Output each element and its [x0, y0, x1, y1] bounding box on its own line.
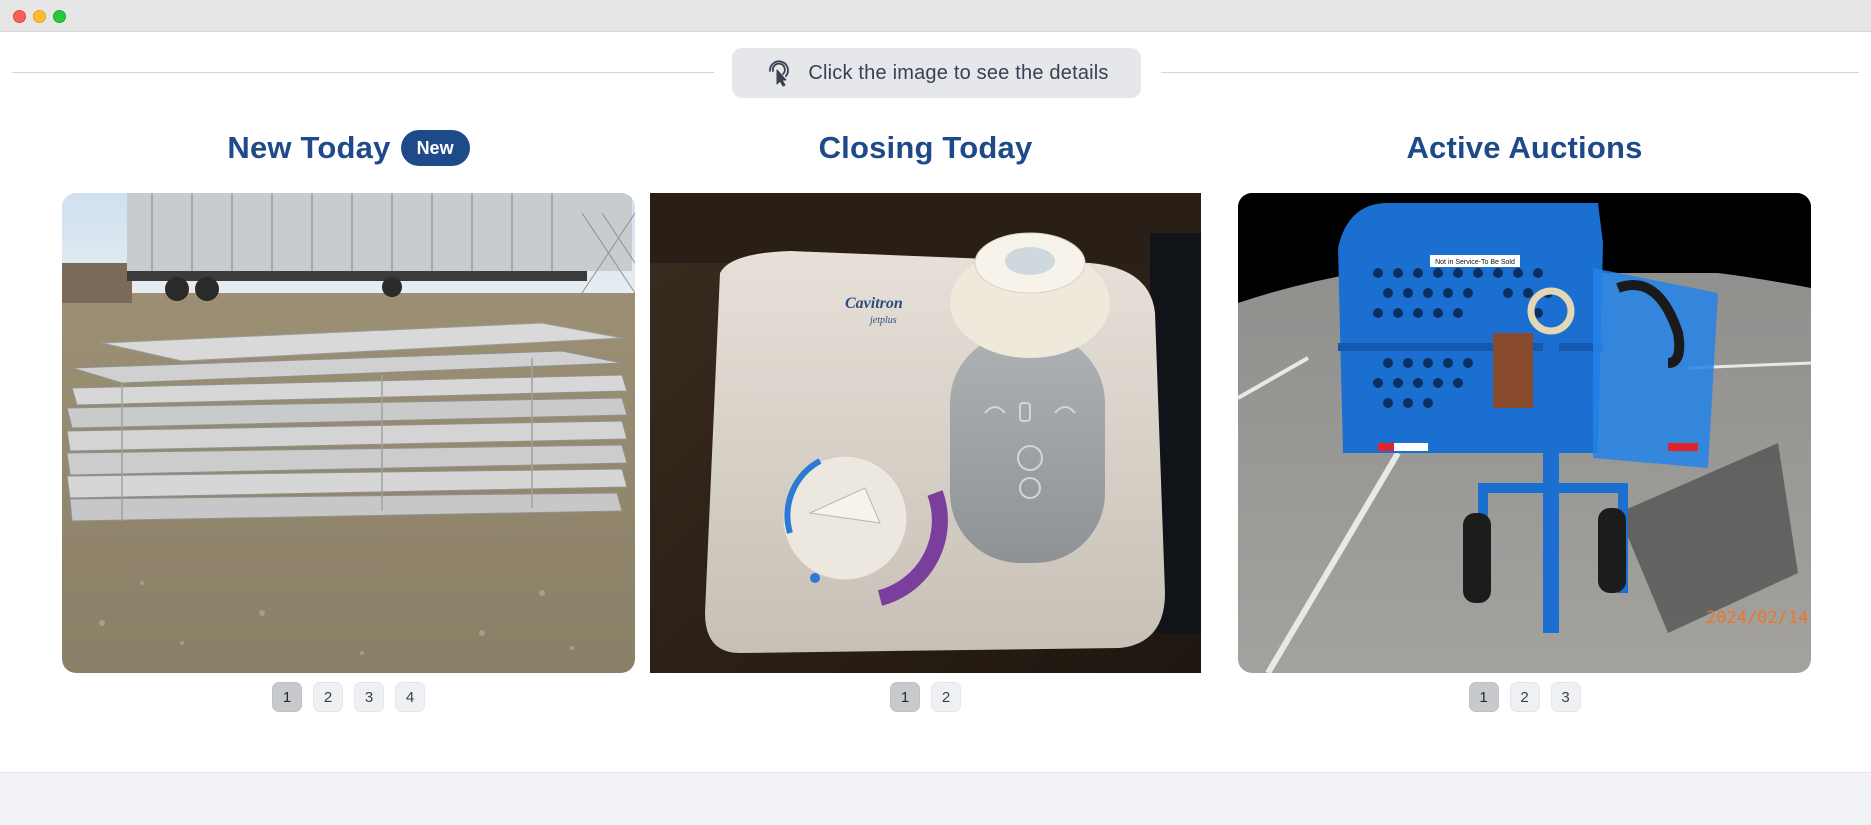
column-title: New Today	[227, 130, 391, 165]
page-button-1[interactable]: 1	[890, 682, 920, 712]
page-button-1[interactable]: 1	[1468, 682, 1499, 712]
brand-sub-text: jetplus	[868, 315, 897, 326]
page-button-3[interactable]: 3	[1550, 682, 1581, 712]
column-header: Active Auctions	[1238, 126, 1811, 170]
cart-sign-text: Not in Service-To Be Sold	[1435, 259, 1515, 266]
window-titlebar	[0, 0, 1871, 32]
column-new-today: New Today New 1 2 3 4	[62, 126, 635, 712]
brand-text: Cavitron	[845, 295, 903, 312]
hint-text: Click the image to see the details	[808, 61, 1109, 84]
photo-date-stamp: 2024/02/14	[1706, 608, 1808, 628]
column-title: Closing Today	[818, 130, 1033, 165]
hint-pill: Click the image to see the details	[732, 48, 1141, 98]
column-title: Active Auctions	[1406, 130, 1643, 165]
pagination: 1 2 3 4	[62, 682, 635, 712]
blue-utility-cart-photo[interactable]: Not in Service-To Be Sold 2024/02/14	[1238, 193, 1811, 673]
footer-band	[0, 772, 1871, 825]
column-header: Closing Today	[650, 126, 1201, 170]
page-button-2[interactable]: 2	[313, 682, 343, 712]
new-badge: New	[400, 130, 470, 166]
page-button-3[interactable]: 3	[354, 682, 384, 712]
page-button-2[interactable]: 2	[1509, 682, 1540, 712]
tap-pointer-icon	[764, 59, 792, 87]
column-active-auctions: Active Auctions Not in Service-To Be Sol…	[1238, 126, 1811, 712]
page-button-1[interactable]: 1	[272, 682, 302, 712]
page-button-4[interactable]: 4	[395, 682, 425, 712]
hint-row: Click the image to see the details	[0, 48, 1871, 98]
divider-left	[12, 72, 714, 73]
column-closing-today: Closing Today Cavitron jetplus 1 2	[650, 126, 1201, 712]
minimize-window-button[interactable]	[33, 10, 46, 23]
dental-scaler-device-photo[interactable]: Cavitron jetplus	[650, 193, 1201, 673]
maximize-window-button[interactable]	[53, 10, 66, 23]
page-button-2[interactable]: 2	[931, 682, 961, 712]
divider-right	[1161, 72, 1859, 73]
stacked-metal-panels-photo[interactable]	[62, 193, 635, 673]
close-window-button[interactable]	[13, 10, 26, 23]
column-header: New Today New	[62, 126, 635, 170]
pagination: 1 2	[650, 682, 1201, 712]
pagination: 1 2 3	[1238, 682, 1811, 712]
